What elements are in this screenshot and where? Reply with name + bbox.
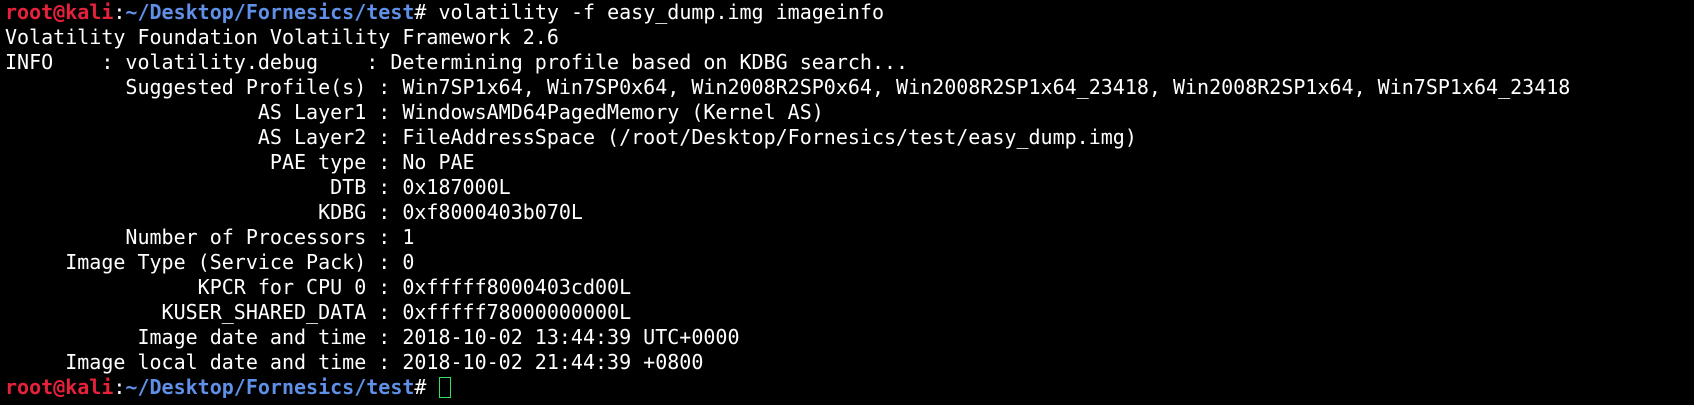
prompt-separator: : — [113, 375, 126, 399]
active-prompt-line[interactable]: root@kali:~/Desktop/Fornesics/test# — [5, 375, 1694, 400]
output-line: PAE type : No PAE — [5, 150, 475, 174]
prompt-path: ~/Desktop/Fornesics/test — [125, 375, 415, 399]
output-line: AS Layer1 : WindowsAMD64PagedMemory (Ker… — [5, 100, 824, 124]
output-line: KUSER_SHARED_DATA : 0xfffff78000000000L — [5, 300, 632, 324]
command-line: root@kali:~/Desktop/Fornesics/test# vola… — [5, 0, 1694, 25]
prompt-symbol: # — [414, 375, 427, 399]
prompt-user: root@kali — [5, 0, 114, 24]
terminal-window[interactable]: root@kali:~/Desktop/Fornesics/test# vola… — [0, 0, 1694, 405]
output-line: DTB : 0x187000L — [5, 175, 511, 199]
output-line: KPCR for CPU 0 : 0xfffff8000403cd00L — [5, 275, 632, 299]
text-cursor[interactable] — [438, 377, 451, 398]
output-line: Suggested Profile(s) : Win7SP1x64, Win7S… — [5, 75, 1571, 99]
command-text: volatility -f easy_dump.img imageinfo — [426, 0, 885, 24]
output-line: KDBG : 0xf8000403b070L — [5, 200, 583, 224]
output-line: Image local date and time : 2018-10-02 2… — [5, 350, 704, 374]
output-line: Volatility Foundation Volatility Framewo… — [5, 25, 559, 49]
output-line: Image date and time : 2018-10-02 13:44:3… — [5, 325, 740, 349]
output-line: Image Type (Service Pack) : 0 — [5, 250, 415, 274]
prompt-separator: : — [113, 0, 126, 24]
prompt-symbol: # — [414, 0, 427, 24]
output-line: AS Layer2 : FileAddressSpace (/root/Desk… — [5, 125, 1137, 149]
prompt-user: root@kali — [5, 375, 114, 399]
output-line: Number of Processors : 1 — [5, 225, 415, 249]
output-line: INFO : volatility.debug : Determining pr… — [5, 50, 909, 74]
prompt-path: ~/Desktop/Fornesics/test — [125, 0, 415, 24]
